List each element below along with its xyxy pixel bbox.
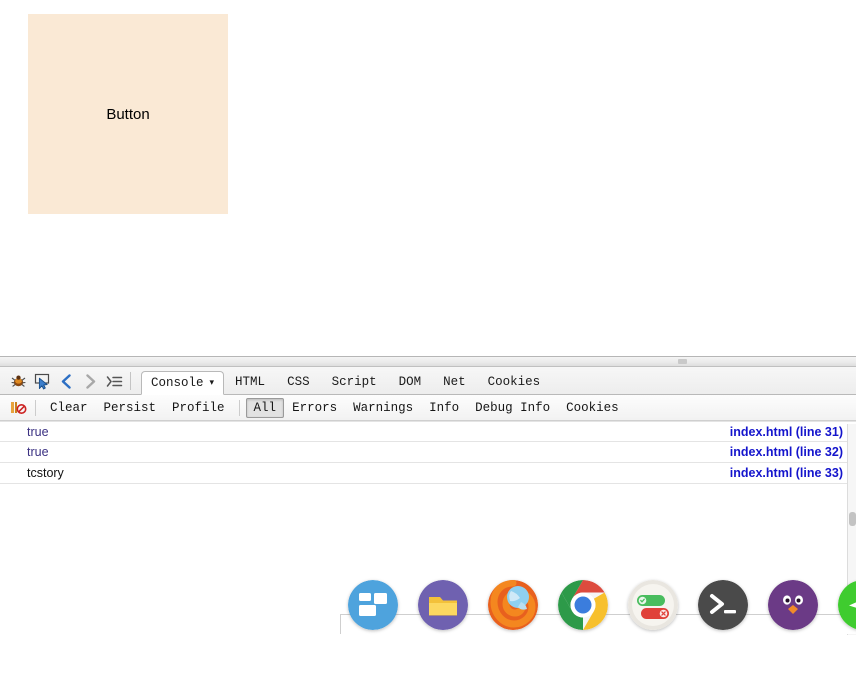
chevron-down-icon[interactable]: ▾ [210,378,215,388]
options-divider-1 [35,399,36,416]
filter-errors-button[interactable]: Errors [284,398,345,418]
dock-item-firefox[interactable] [488,580,538,630]
tab-html[interactable]: HTML [224,371,276,394]
dock-item-window-tiles[interactable] [348,580,398,630]
tab-net[interactable]: Net [432,371,477,394]
tab-console[interactable]: Console ▾ [141,371,225,395]
persist-button[interactable]: Persist [96,398,165,418]
log-message: tcstory [27,466,64,480]
panel-splitter[interactable] [0,357,856,367]
filter-all-button[interactable]: All [245,397,285,418]
profile-button[interactable]: Profile [164,398,233,418]
filter-warnings-button[interactable]: Warnings [345,398,421,418]
dock-item-settings[interactable] [628,580,678,630]
tab-css[interactable]: CSS [276,371,321,394]
quick-info-icon[interactable] [102,368,126,394]
clear-button[interactable]: Clear [42,398,96,418]
web-page-content: Button [0,0,856,356]
firebug-icon[interactable] [6,368,30,394]
dock-item-chrome[interactable] [558,580,608,630]
options-divider-2 [238,399,240,416]
filter-info-button[interactable]: Info [421,398,467,418]
tab-console-label: Console [151,375,204,390]
scrollbar-thumb[interactable] [849,512,856,526]
break-on-error-icon[interactable] [7,396,29,420]
dock-item-bluefish[interactable] [768,580,818,630]
tab-dom[interactable]: DOM [388,371,433,394]
inspect-element-icon[interactable] [30,368,54,394]
firebug-tabbar: Console ▾ HTML CSS Script DOM Net Cookie… [0,367,856,395]
log-message: true [27,445,49,459]
log-source-link[interactable]: index.html (line 33) [730,466,843,480]
console-log-row[interactable]: true index.html (line 31) [0,421,856,442]
dock-item-files[interactable] [418,580,468,630]
dock-item-telegram[interactable] [838,580,856,630]
splitter-grip[interactable] [678,359,687,364]
demo-button[interactable]: Button [28,14,228,214]
back-arrow-icon[interactable] [54,368,78,394]
console-log-row[interactable]: tcstory index.html (line 33) [0,463,856,484]
forward-arrow-icon[interactable] [78,368,102,394]
firebug-tabs: Console ▾ HTML CSS Script DOM Net Cookie… [141,367,552,395]
log-source-link[interactable]: index.html (line 32) [730,445,843,459]
dock-item-terminal[interactable] [698,580,748,630]
toolbar-divider [130,372,131,390]
log-source-link[interactable]: index.html (line 31) [730,425,843,439]
tab-cookies[interactable]: Cookies [477,371,552,394]
filter-debug-info-button[interactable]: Debug Info [467,398,558,418]
console-log-row[interactable]: true index.html (line 32) [0,442,856,463]
console-log-list: true index.html (line 31) true index.htm… [0,421,856,698]
log-message: true [27,424,49,439]
console-options-bar: Clear Persist Profile All Errors Warning… [0,395,856,421]
filter-cookies-button[interactable]: Cookies [558,398,627,418]
tab-script[interactable]: Script [321,371,388,394]
